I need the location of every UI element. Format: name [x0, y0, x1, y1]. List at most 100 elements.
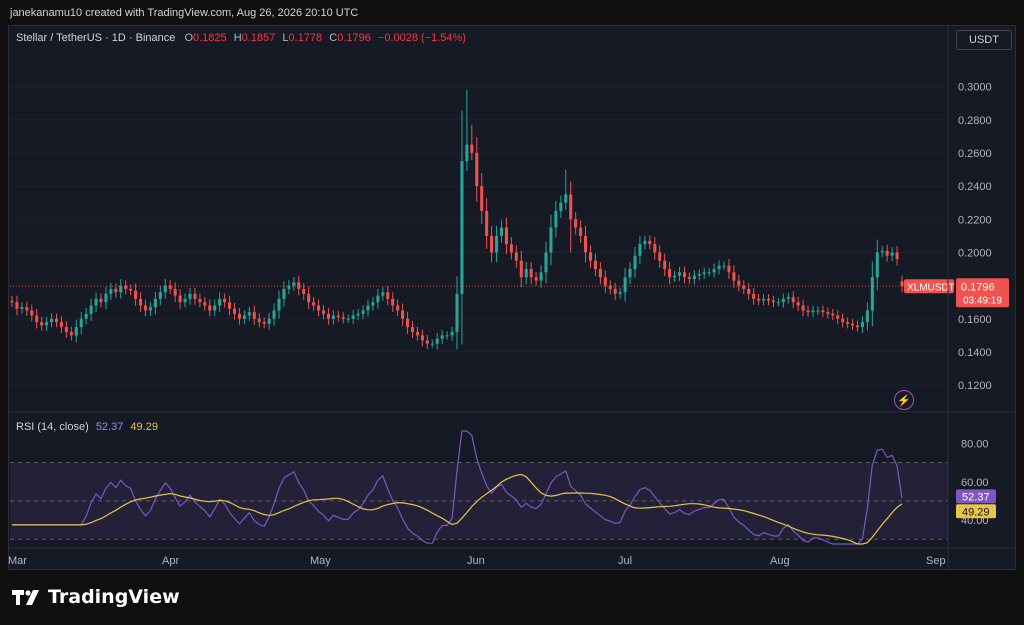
candle-body — [524, 269, 528, 278]
candle-body — [391, 298, 395, 306]
chart-canvas[interactable]: 0.3000 0.2800 0.2600 0.2400 0.2200 0.2000 0.16… — [0, 0, 1024, 625]
rsi-tick-label: 80.00 — [961, 438, 989, 450]
candle-body — [302, 288, 306, 294]
candle-body — [109, 288, 113, 294]
candle-body — [84, 313, 88, 319]
candle-body — [658, 252, 662, 261]
candle-body — [54, 318, 59, 323]
candle-body — [475, 152, 479, 187]
change-value: −0.0028 (−1.54%) — [377, 32, 466, 44]
currency-button[interactable]: USDT — [956, 30, 1012, 50]
candle-body — [870, 277, 874, 311]
candle-body — [781, 298, 785, 303]
candle-body — [15, 302, 19, 309]
candle-body — [99, 298, 103, 303]
high-label: H — [233, 32, 242, 44]
rsi-band-fill — [10, 462, 948, 540]
candle-body — [816, 310, 820, 312]
candle-body — [20, 307, 24, 309]
candle-body — [406, 318, 410, 328]
candle-body — [228, 302, 232, 309]
candle-body — [129, 288, 133, 291]
candle-body — [707, 272, 711, 274]
candle-body — [292, 282, 296, 286]
candle-body — [712, 269, 716, 273]
candle-body — [648, 240, 652, 245]
close-value: 0.1796 — [337, 32, 371, 44]
candle-body — [158, 292, 162, 299]
candle-body — [173, 288, 177, 296]
price-tick-label: 0.2800 — [958, 115, 992, 127]
candle-body — [267, 318, 271, 324]
candle-body — [450, 332, 454, 336]
candle-body — [880, 250, 884, 253]
candle-body — [514, 252, 518, 261]
candle-body — [766, 298, 771, 301]
candle-body — [638, 244, 642, 256]
candle-body — [371, 302, 375, 306]
price-tick-label: 0.2600 — [958, 148, 992, 160]
candle-body — [232, 308, 237, 314]
candle-body — [613, 288, 617, 294]
candle-body — [860, 322, 864, 328]
candle-body — [356, 313, 360, 316]
candle-body — [114, 288, 118, 293]
candle-body — [811, 310, 815, 313]
candle-body — [737, 280, 741, 286]
candle-body — [519, 260, 523, 278]
candle-body — [554, 210, 558, 228]
candle-body — [25, 307, 29, 311]
candle-body — [346, 318, 350, 320]
candle-body — [598, 269, 602, 278]
time-tick-label: Mar — [8, 555, 27, 567]
price-tick-label: 0.1600 — [958, 314, 992, 326]
candle-body — [564, 194, 568, 203]
candle-body — [336, 315, 340, 318]
candle-body — [242, 315, 246, 319]
symbol-legend: Stellar / TetherUS · 1D · Binance O0.182… — [16, 32, 466, 44]
candle-body — [361, 310, 365, 314]
candle-body — [415, 332, 419, 336]
candle-body — [237, 313, 241, 319]
candle-body — [890, 252, 894, 256]
rsi-ma-value: 49.29 — [130, 421, 158, 433]
candle-body — [257, 318, 261, 323]
candle-body — [786, 297, 790, 299]
candle-body — [410, 327, 415, 333]
candle-body — [341, 317, 345, 319]
rsi-tick-label: 60.00 — [961, 477, 989, 489]
candle-body — [653, 244, 657, 253]
candle-body — [490, 235, 494, 253]
candle-body — [10, 300, 14, 303]
candle-body — [846, 322, 850, 324]
candle-body — [213, 305, 217, 311]
candle-body — [717, 265, 721, 270]
candle-body — [875, 252, 879, 278]
candle-body — [425, 340, 429, 344]
time-tick-label: Jun — [467, 555, 485, 567]
price-tick-label: 0.1200 — [958, 380, 992, 392]
candle-body — [445, 335, 449, 337]
lightning-icon[interactable]: ⚡ — [894, 390, 914, 410]
candle-body — [183, 298, 187, 303]
candle-body — [376, 295, 380, 303]
candle-body — [559, 202, 563, 211]
candle-body — [203, 302, 207, 306]
candle-body — [396, 305, 400, 311]
candle-body — [757, 298, 761, 301]
price-tick-label: 0.2000 — [958, 247, 992, 259]
candle-body — [272, 310, 276, 319]
candle-body — [366, 305, 370, 311]
candle-body — [282, 288, 286, 299]
tradingview-logo[interactable]: TradingView — [12, 586, 180, 608]
candle-body — [465, 144, 469, 162]
open-value: 0.1825 — [193, 32, 227, 44]
candle-body — [504, 227, 508, 245]
candle-body — [178, 295, 182, 303]
candle-body — [900, 281, 904, 287]
candle-body — [386, 292, 390, 299]
high-value: 0.1857 — [241, 32, 276, 44]
candle-body — [623, 277, 627, 293]
logo-text: TradingView — [48, 586, 180, 608]
candle-body — [143, 305, 148, 311]
